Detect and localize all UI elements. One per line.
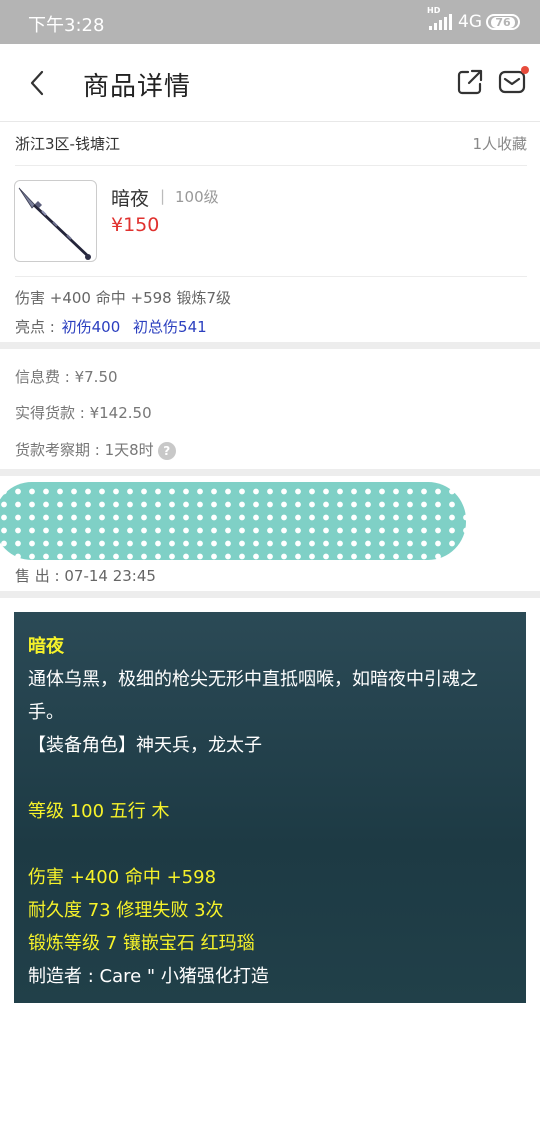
section-divider <box>0 342 540 349</box>
highlight-tag: 初总伤541 <box>133 318 207 336</box>
notification-dot <box>521 66 529 74</box>
highlights-label: 亮点 : <box>15 318 55 336</box>
battery-icon: 76 <box>486 14 520 30</box>
description-title: 暗夜 <box>28 636 64 657</box>
review-period-row: 货款考察期 : 1天8时? <box>15 439 176 460</box>
status-bar: 下午3:28 HD 4G 76 <box>0 0 540 44</box>
status-icons: HD 4G 76 <box>427 6 520 34</box>
spear-icon <box>18 187 91 260</box>
share-icon[interactable] <box>456 68 484 96</box>
description-gap <box>28 762 512 795</box>
item-description-panel: 暗夜通体乌黑，极细的枪尖无形中直抵咽喉，如暗夜中引魂之 手。【装备角色】神天兵，龙… <box>14 612 526 1003</box>
description-line: 耐久度 73 修理失败 3次 <box>28 900 224 921</box>
item-attributes: 伤害 +400 命中 +598 锻炼7级 <box>15 289 232 307</box>
description-line: 伤害 +400 命中 +598 <box>28 867 217 888</box>
section-divider <box>0 469 540 476</box>
description-gap <box>28 828 512 861</box>
highlight-tag: 初伤400 <box>61 318 121 336</box>
description-line: 等级 100 五行 木 <box>28 801 170 822</box>
review-period: 货款考察期 : 1天8时 <box>15 441 154 459</box>
item-thumbnail[interactable] <box>14 180 97 262</box>
network-label: 4G <box>458 12 482 32</box>
section-divider <box>0 591 540 598</box>
battery-level: 76 <box>491 16 515 28</box>
actual-payment: 实得货款 : ¥142.50 <box>15 404 152 422</box>
redaction-overlay <box>0 482 466 560</box>
item-price: ¥150 <box>111 214 160 236</box>
item-level: 100级 <box>175 188 219 206</box>
divider <box>15 276 527 277</box>
description-line: 通体乌黑，极细的枪尖无形中直抵咽喉，如暗夜中引魂之 <box>28 669 478 690</box>
signal-icon: HD <box>427 6 452 30</box>
favorites-count[interactable]: 1人收藏 <box>472 133 527 154</box>
page-title: 商品详情 <box>83 72 192 102</box>
item-separator: | <box>160 187 166 205</box>
status-time: 下午3:28 <box>28 15 105 36</box>
chevron-left-icon[interactable] <box>22 66 56 100</box>
item-name: 暗夜 <box>111 188 150 210</box>
info-fee: 信息费 : ¥7.50 <box>15 368 118 386</box>
description-line: 锻炼等级 7 镶嵌宝石 红玛瑙 <box>28 933 255 954</box>
nav-header: 商品详情 <box>0 44 540 122</box>
description-line: 手。 <box>28 702 64 723</box>
server-row: 浙江3区-钱塘江 1人收藏 <box>15 122 527 166</box>
description-line: 【装备角色】神天兵，龙太子 <box>28 735 262 756</box>
help-icon[interactable]: ? <box>157 441 176 460</box>
item-highlights: 亮点 : 初伤400 初总伤541 <box>15 316 207 337</box>
server-name: 浙江3区-钱塘江 <box>15 135 120 153</box>
sold-time: 售 出 : 07-14 23:45 <box>15 567 156 585</box>
description-line: 制造者 : Care " 小猪强化打造 <box>28 966 269 987</box>
hd-label: HD <box>427 6 441 15</box>
